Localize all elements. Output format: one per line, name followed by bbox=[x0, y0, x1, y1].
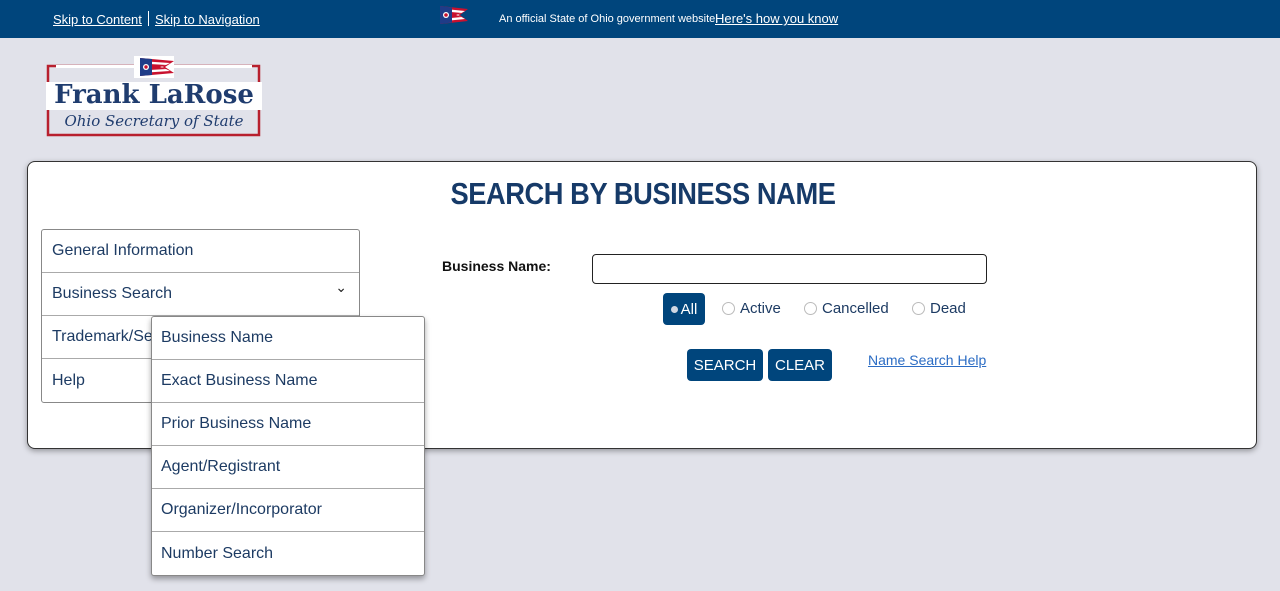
menu-item-exact-business-name[interactable]: Exact Business Name bbox=[152, 360, 424, 403]
skip-to-navigation-link[interactable]: Skip to Navigation bbox=[155, 12, 260, 27]
svg-text:Ohio Secretary of State: Ohio Secretary of State bbox=[64, 112, 243, 130]
official-site-banner: Skip to Content Skip to Navigation An of… bbox=[0, 0, 1280, 38]
skip-links-divider bbox=[148, 11, 149, 26]
search-button[interactable]: SEARCH bbox=[687, 349, 763, 381]
status-radio-dead[interactable]: Dead bbox=[912, 300, 966, 317]
secretary-of-state-logo[interactable]: Frank LaRose Ohio Secretary of State bbox=[46, 56, 262, 138]
menu-item-prior-business-name[interactable]: Prior Business Name bbox=[152, 403, 424, 446]
page-title: SEARCH BY BUSINESS NAME bbox=[450, 176, 836, 211]
skip-to-content-link[interactable]: Skip to Content bbox=[53, 12, 142, 27]
status-radio-label: Active bbox=[740, 300, 781, 317]
official-site-text: An official State of Ohio government web… bbox=[499, 13, 719, 25]
business-name-input[interactable] bbox=[592, 254, 987, 284]
name-search-help-link[interactable]: Name Search Help bbox=[868, 352, 986, 368]
sidebar-item-label: Help bbox=[52, 371, 85, 389]
business-search-dropdown: Business Name Exact Business Name Prior … bbox=[151, 316, 425, 576]
radio-circle-icon bbox=[804, 302, 817, 315]
menu-item-number-search[interactable]: Number Search bbox=[152, 532, 424, 575]
business-name-label: Business Name: bbox=[442, 258, 551, 274]
radio-selected-icon bbox=[670, 305, 678, 313]
how-you-know-link[interactable]: Here's how you know bbox=[715, 11, 838, 26]
menu-item-agent-registrant[interactable]: Agent/Registrant bbox=[152, 446, 424, 489]
ohio-flag-icon bbox=[440, 6, 468, 24]
status-radio-all[interactable]: All bbox=[663, 293, 705, 325]
menu-item-business-name[interactable]: Business Name bbox=[152, 317, 424, 360]
status-radio-label: All bbox=[680, 300, 698, 318]
status-radio-label: Dead bbox=[930, 300, 966, 317]
sidebar-item-business-search[interactable]: Business Search ⌄ bbox=[42, 273, 359, 316]
clear-button[interactable]: CLEAR bbox=[768, 349, 832, 381]
status-radio-cancelled[interactable]: Cancelled bbox=[804, 300, 889, 317]
menu-item-organizer-incorporator[interactable]: Organizer/Incorporator bbox=[152, 489, 424, 532]
radio-circle-icon bbox=[912, 302, 925, 315]
sidebar-item-label: General Information bbox=[52, 242, 194, 259]
status-radio-label: Cancelled bbox=[822, 300, 889, 317]
radio-circle-icon bbox=[722, 302, 735, 315]
chevron-down-icon: ⌄ bbox=[335, 279, 347, 295]
svg-text:Frank LaRose: Frank LaRose bbox=[54, 80, 254, 110]
sidebar-item-general-information[interactable]: General Information bbox=[42, 230, 359, 273]
sidebar-item-label: Trademark/Se bbox=[52, 328, 153, 345]
status-radio-active[interactable]: Active bbox=[722, 300, 781, 317]
sidebar-item-label: Business Search bbox=[52, 285, 173, 302]
